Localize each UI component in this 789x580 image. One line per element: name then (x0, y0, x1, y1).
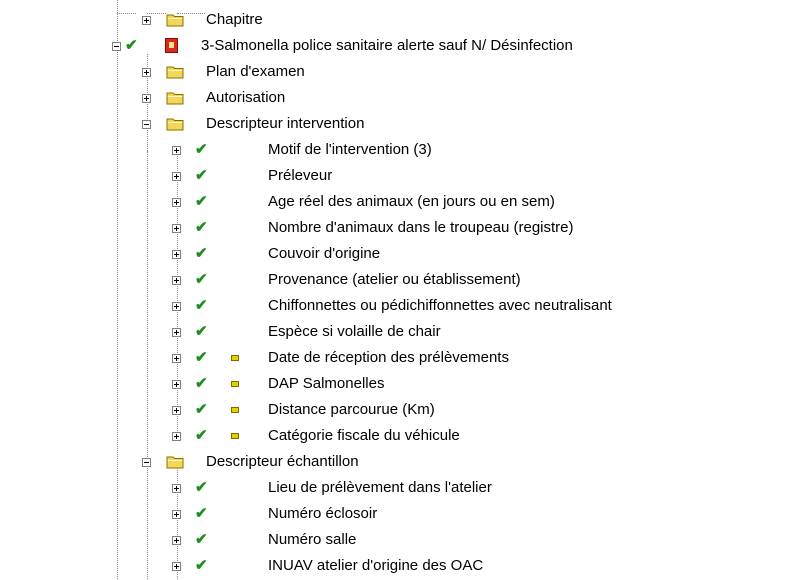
tree-node-label: Chapitre (206, 11, 263, 28)
tree-node-descriptor[interactable]: ✔ Espèce si volaille de chair (0, 320, 789, 346)
tree-node-label: Numéro éclosoir (268, 505, 378, 522)
expand-button[interactable] (172, 406, 181, 415)
tree-node-label: Nombre d'animaux dans le troupeau (regis… (268, 219, 574, 236)
tree-node-descriptor[interactable]: ✔ Couvoir d'origine (0, 242, 789, 268)
expand-button[interactable] (172, 536, 181, 545)
tree-node-descriptor[interactable]: ✔ Numéro éclosoir (0, 502, 789, 528)
tree-node-root[interactable]: ✔ 3-Salmonella police sanitaire alerte sa… (0, 34, 789, 60)
expand-button[interactable] (172, 562, 181, 571)
check-icon: ✔ (195, 271, 208, 288)
check-icon: ✔ (195, 219, 208, 236)
folder-icon (166, 66, 184, 79)
flag-icon (231, 381, 239, 387)
tree-node-descriptor[interactable]: ✔ Chiffonnettes ou pédichiffonnettes avec… (0, 294, 789, 320)
expand-button[interactable] (142, 68, 151, 77)
check-icon: ✔ (195, 531, 208, 548)
expand-button[interactable] (172, 146, 181, 155)
document-icon (165, 38, 178, 53)
expand-button[interactable] (172, 172, 181, 181)
tree-node-descriptor[interactable]: ✔ Provenance (atelier ou établissement) (0, 268, 789, 294)
tree-node-label: Date de réception des prélèvements (268, 349, 509, 366)
check-icon: ✔ (195, 193, 208, 210)
expand-button[interactable] (172, 510, 181, 519)
tree-node-label: Lieu de prélèvement dans l'atelier (268, 479, 492, 496)
expand-button[interactable] (172, 250, 181, 259)
expand-button[interactable] (172, 302, 181, 311)
folder-icon (166, 118, 184, 131)
expand-button[interactable] (172, 224, 181, 233)
expand-button[interactable] (172, 432, 181, 441)
expand-button[interactable] (142, 94, 151, 103)
tree-node-label: Provenance (atelier ou établissement) (268, 271, 521, 288)
check-icon: ✔ (195, 323, 208, 340)
tree-node-chapitre[interactable]: Chapitre (0, 8, 789, 34)
flag-icon (231, 407, 239, 413)
tree-node-label: DAP Salmonelles (268, 375, 385, 392)
tree-node-label: Descripteur échantillon (206, 453, 359, 470)
folder-icon (166, 14, 184, 27)
expand-button[interactable] (172, 354, 181, 363)
tree-node-descriptor[interactable]: ✔ Motif de l'intervention (3) (0, 138, 789, 164)
expand-button[interactable] (172, 198, 181, 207)
flag-icon (231, 433, 239, 439)
tree-node-folder[interactable]: Descripteur intervention (0, 112, 789, 138)
check-icon: ✔ (195, 375, 208, 392)
tree-node-folder[interactable]: Autorisation (0, 86, 789, 112)
tree-node-descriptor[interactable]: ✔ Nombre d'animaux dans le troupeau (regi… (0, 216, 789, 242)
tree-node-descriptor[interactable]: ✔ DAP Salmonelles (0, 372, 789, 398)
check-icon: ✔ (195, 141, 208, 158)
tree-node-label: Descripteur intervention (206, 115, 365, 132)
tree-node-label: Autorisation (206, 89, 286, 106)
tree-node-label: Plan d'examen (206, 63, 305, 80)
expand-button[interactable] (172, 484, 181, 493)
tree-node-label: Catégorie fiscale du véhicule (268, 427, 460, 444)
tree-node-label: Age réel des animaux (en jours ou en sem… (268, 193, 555, 210)
tree-node-label: Numéro salle (268, 531, 357, 548)
tree-connector (177, 13, 205, 14)
check-icon: ✔ (195, 297, 208, 314)
expand-button[interactable] (172, 276, 181, 285)
expand-button[interactable] (142, 16, 151, 25)
tree-node-descriptor[interactable]: ✔ Préleveur (0, 164, 789, 190)
tree-node-label: INUAV atelier d'origine des OAC (268, 557, 484, 574)
tree-node-descriptor[interactable]: ✔ Date de réception des prélèvements (0, 346, 789, 372)
tree-node-label: Chiffonnettes ou pédichiffonnettes avec … (268, 297, 612, 314)
check-icon: ✔ (195, 479, 208, 496)
check-icon: ✔ (195, 401, 208, 418)
collapse-button[interactable] (142, 120, 151, 129)
tree-node-descriptor[interactable]: ✔ Numéro salle (0, 528, 789, 554)
collapse-button[interactable] (142, 458, 151, 467)
tree-node-descriptor[interactable]: ✔ Catégorie fiscale du véhicule (0, 424, 789, 450)
tree-node-folder[interactable]: Plan d'examen (0, 60, 789, 86)
collapse-button[interactable] (112, 42, 121, 51)
check-icon: ✔ (195, 245, 208, 262)
tree-connector (117, 13, 136, 14)
tree-node-descriptor[interactable]: ✔ Distance parcourue (Km) (0, 398, 789, 424)
tree-node-descriptor[interactable]: ✔ Age réel des animaux (en jours ou en se… (0, 190, 789, 216)
check-icon: ✔ (195, 349, 208, 366)
tree-node-label: 3-Salmonella police sanitaire alerte sau… (201, 37, 573, 54)
tree-node-descriptor[interactable]: ✔ INUAV atelier d'origine des OAC (0, 554, 789, 580)
tree-node-label: Distance parcourue (Km) (268, 401, 435, 418)
check-icon: ✔ (195, 427, 208, 444)
check-icon: ✔ (125, 37, 138, 54)
folder-icon (166, 92, 184, 105)
folder-icon (166, 456, 184, 469)
check-icon: ✔ (195, 167, 208, 184)
tree-node-descriptor[interactable]: ✔ Lieu de prélèvement dans l'atelier (0, 476, 789, 502)
expand-button[interactable] (172, 328, 181, 337)
tree-connector (147, 13, 166, 14)
tree-node-label: Motif de l'intervention (3) (268, 141, 432, 158)
expand-button[interactable] (172, 380, 181, 389)
tree-node-label: Espèce si volaille de chair (268, 323, 441, 340)
tree-node-label: Couvoir d'origine (268, 245, 381, 262)
check-icon: ✔ (195, 557, 208, 574)
tree-node-folder[interactable]: Descripteur échantillon (0, 450, 789, 476)
flag-icon (231, 355, 239, 361)
check-icon: ✔ (195, 505, 208, 522)
tree-node-label: Préleveur (268, 167, 333, 184)
